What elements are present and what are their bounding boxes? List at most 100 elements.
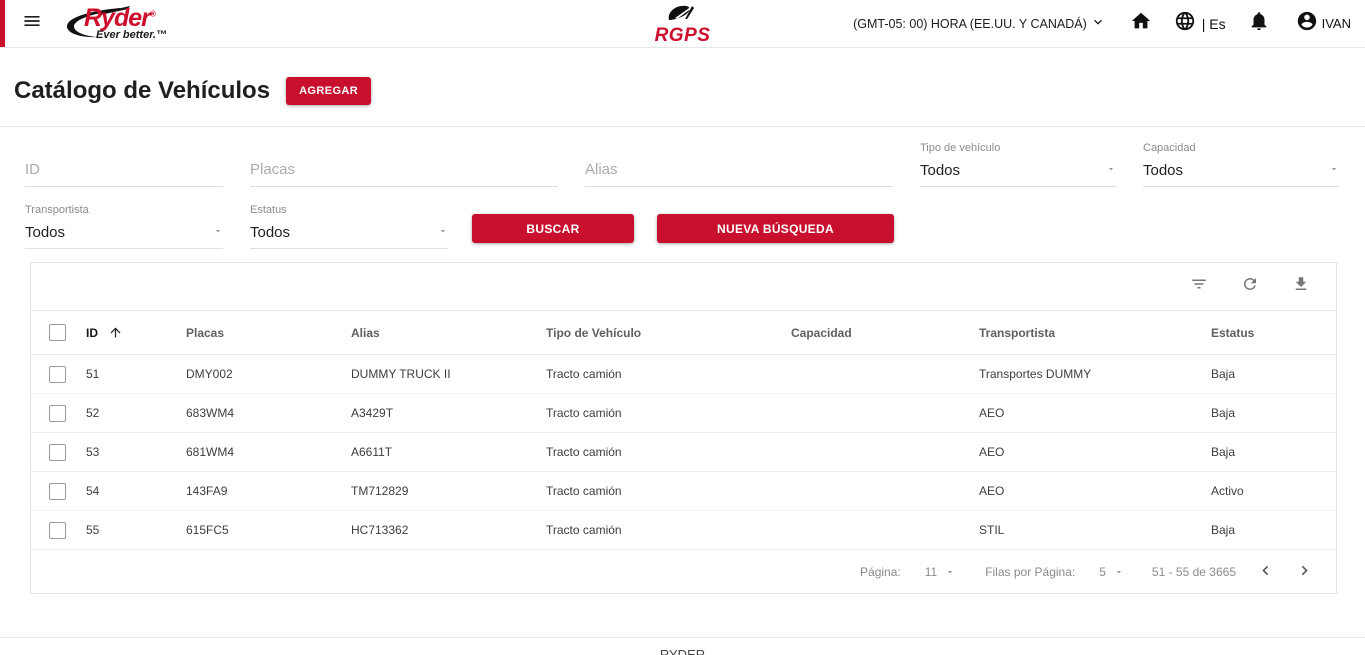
timezone-selector[interactable]: (GMT-05: 00) HORA (EE.UU. Y CANADÁ) xyxy=(853,14,1106,33)
cell-placas: 681WM4 xyxy=(186,445,235,459)
language-button[interactable] xyxy=(1174,10,1196,37)
filters-section: Tipo de vehículo Todos Capacidad Todos T… xyxy=(0,142,1365,249)
cell-tipo-vehiculo: Tracto camión xyxy=(546,445,622,459)
caret-down-icon xyxy=(1329,161,1339,179)
row-checkbox[interactable] xyxy=(49,521,66,539)
cell-estatus: Baja xyxy=(1211,367,1236,381)
cell-tipo-vehiculo: Tracto camión xyxy=(546,367,622,381)
title-divider xyxy=(0,126,1365,127)
filter-placas-field xyxy=(250,142,558,187)
download-icon xyxy=(1292,275,1310,298)
refresh-icon xyxy=(1241,275,1259,298)
column-header-tipo[interactable]: Tipo de Vehículo xyxy=(546,326,791,340)
username-label: IVAN xyxy=(1321,16,1351,31)
brand-accent-strip xyxy=(0,0,5,47)
cell-transportista: Transportes DUMMY xyxy=(979,367,1092,381)
cell-transportista: AEO xyxy=(979,406,1005,420)
table-row[interactable]: 51 DMY002 DUMMY TRUCK II Tracto camión T… xyxy=(31,355,1336,394)
column-header-estatus[interactable]: Estatus xyxy=(1211,326,1336,340)
cell-tipo-vehiculo: Tracto camión xyxy=(546,406,622,420)
rgps-wordmark: RGPS xyxy=(654,25,711,46)
previous-page-button[interactable] xyxy=(1256,561,1275,583)
column-header-transportista[interactable]: Transportista xyxy=(979,326,1211,340)
caret-down-icon xyxy=(438,223,448,241)
globe-icon xyxy=(1174,10,1196,37)
filter-capacidad-field: Capacidad Todos xyxy=(1143,142,1339,187)
table-header-row: ID Placas Alias Tipo de Vehículo Capacid… xyxy=(31,310,1336,355)
capacidad-label: Capacidad xyxy=(1143,142,1196,154)
download-button[interactable] xyxy=(1292,275,1310,298)
refresh-button[interactable] xyxy=(1241,275,1259,298)
user-menu[interactable]: IVAN xyxy=(1296,10,1351,37)
table-row[interactable]: 53 681WM4 A6611T Tracto camión AEO Baja xyxy=(31,433,1336,472)
row-checkbox[interactable] xyxy=(49,443,66,461)
vehicles-table-card: ID Placas Alias Tipo de Vehículo Capacid… xyxy=(30,262,1337,594)
estatus-value: Todos xyxy=(250,223,291,241)
cell-transportista: STIL xyxy=(979,523,1005,537)
page-select[interactable]: 11 xyxy=(925,565,955,579)
table-row[interactable]: 54 143FA9 TM712829 Tracto camión AEO Act… xyxy=(31,472,1336,511)
cell-placas: 615FC5 xyxy=(186,523,229,537)
cell-placas: 143FA9 xyxy=(186,484,228,498)
cell-alias: HC713362 xyxy=(351,523,409,537)
id-input[interactable] xyxy=(25,161,223,186)
buscar-button[interactable]: BUSCAR xyxy=(472,214,634,243)
chevron-down-icon xyxy=(1087,14,1106,33)
tipo-vehiculo-select[interactable]: Todos xyxy=(920,161,1116,186)
rows-per-page-label: Filas por Página: xyxy=(985,564,1076,579)
appbar-right-group: (GMT-05: 00) HORA (EE.UU. Y CANADÁ) | Es xyxy=(853,10,1351,37)
menu-button[interactable] xyxy=(22,11,42,36)
timezone-label: (GMT-05: 00) HORA (EE.UU. Y CANADÁ) xyxy=(853,16,1087,31)
filter-icon xyxy=(1190,275,1208,298)
column-header-placas[interactable]: Placas xyxy=(186,326,351,340)
notifications-button[interactable] xyxy=(1248,10,1270,37)
cell-tipo-vehiculo: Tracto camión xyxy=(546,484,622,498)
filter-transportista-field: Transportista Todos xyxy=(25,204,223,249)
filter-estatus-field: Estatus Todos xyxy=(250,204,448,249)
column-header-capacidad[interactable]: Capacidad xyxy=(791,326,979,340)
bell-icon xyxy=(1248,10,1270,37)
ryder-tagline: Ever better.™ xyxy=(96,28,167,41)
hamburger-icon xyxy=(22,11,42,36)
transportista-value: Todos xyxy=(25,223,66,241)
cell-id: 52 xyxy=(86,406,100,420)
estatus-select[interactable]: Todos xyxy=(250,223,448,248)
tipo-vehiculo-value: Todos xyxy=(920,161,961,179)
next-page-button[interactable] xyxy=(1295,561,1314,583)
footer-brand-label: RYDER xyxy=(659,647,706,655)
capacidad-select[interactable]: Todos xyxy=(1143,161,1339,186)
column-header-id[interactable]: ID xyxy=(86,325,186,340)
avatar-icon xyxy=(1296,10,1318,37)
column-header-alias[interactable]: Alias xyxy=(351,326,546,340)
table-row[interactable]: 52 683WM4 A3429T Tracto camión AEO Baja xyxy=(31,394,1336,433)
registered-mark: ® xyxy=(149,9,156,19)
cell-transportista: AEO xyxy=(979,445,1005,459)
table-body: 51 DMY002 DUMMY TRUCK II Tracto camión T… xyxy=(31,355,1336,550)
pagination-range: 51 - 55 de 3665 xyxy=(1151,564,1236,579)
cell-estatus: Baja xyxy=(1211,445,1236,459)
row-checkbox[interactable] xyxy=(49,365,66,383)
page-footer: RYDER xyxy=(0,637,1365,655)
cell-id: 51 xyxy=(86,367,100,381)
ryder-logo: Ryder® Ever better.™ xyxy=(58,3,176,45)
table-row[interactable]: 55 615FC5 HC713362 Tracto camión STIL Ba… xyxy=(31,511,1336,550)
rows-per-page-select[interactable]: 5 xyxy=(1099,565,1124,579)
row-checkbox[interactable] xyxy=(49,482,66,500)
alias-input[interactable] xyxy=(585,161,893,186)
transportista-select[interactable]: Todos xyxy=(25,223,223,248)
home-button[interactable] xyxy=(1130,10,1152,37)
app-bar: Ryder® Ever better.™ RGPS (GMT-05: 00) H… xyxy=(0,0,1365,48)
filter-columns-button[interactable] xyxy=(1190,275,1208,298)
agregar-button[interactable]: AGREGAR xyxy=(286,77,372,105)
placas-input[interactable] xyxy=(250,161,558,186)
cell-id: 54 xyxy=(86,484,100,498)
rgps-logo: RGPS xyxy=(655,4,711,47)
select-all-checkbox[interactable] xyxy=(49,324,66,341)
estatus-label: Estatus xyxy=(250,204,287,216)
nueva-busqueda-button[interactable]: NUEVA BÚSQUEDA xyxy=(657,214,894,243)
sort-ascending-icon xyxy=(108,325,123,340)
page-label: Página: xyxy=(860,564,901,579)
row-checkbox[interactable] xyxy=(49,404,66,422)
table-toolbar xyxy=(31,263,1336,310)
rgps-satellite-icon xyxy=(665,4,699,27)
